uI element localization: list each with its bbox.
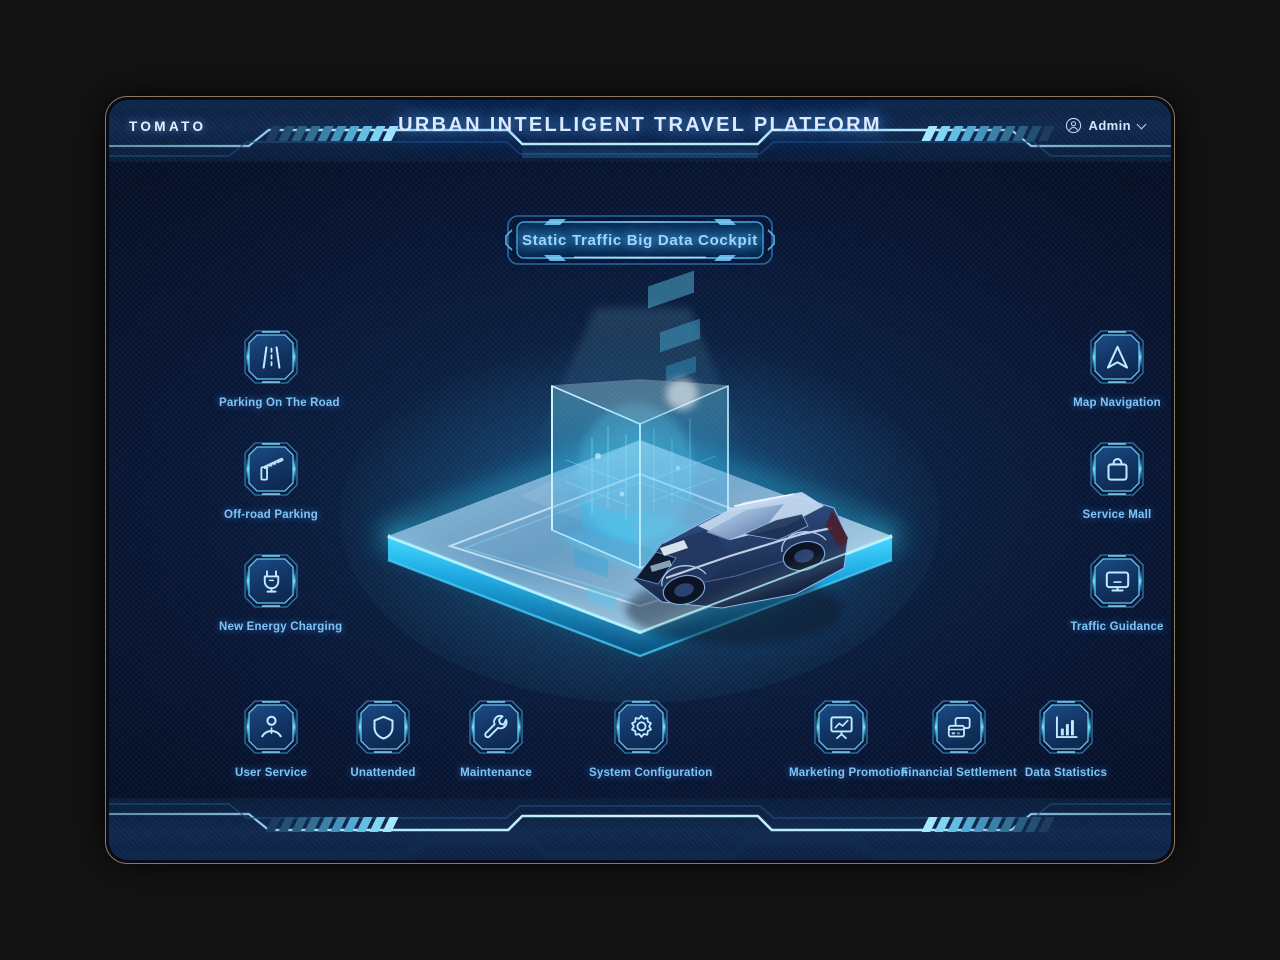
menu-item-label: User Service xyxy=(234,767,308,779)
menu-item-system-configuration[interactable]: System Configuration xyxy=(589,698,713,779)
icon-frame xyxy=(1037,698,1095,756)
menu-item-data-statistics[interactable]: Data Statistics xyxy=(1014,698,1118,779)
app-footer xyxy=(109,798,1171,860)
person-service-icon xyxy=(242,698,300,756)
menu-item-new-energy-charging[interactable]: New Energy Charging xyxy=(219,552,343,633)
icon-frame xyxy=(812,698,870,756)
icon-frame xyxy=(242,328,300,386)
credit-card-icon xyxy=(930,698,988,756)
user-name: Admin xyxy=(1088,118,1131,133)
icon-frame xyxy=(242,698,300,756)
icon-frame xyxy=(930,698,988,756)
monitor-screen-icon xyxy=(1088,552,1146,610)
menu-item-label: Service Mall xyxy=(1082,509,1152,521)
presentation-chart-icon xyxy=(812,698,870,756)
app-header: TOMATO URBAN INTELLIGENT TRAVEL PLATFORM… xyxy=(109,100,1171,162)
menu-item-label: Map Navigation xyxy=(1073,397,1161,409)
device-frame: TOMATO URBAN INTELLIGENT TRAVEL PLATFORM… xyxy=(105,96,1175,864)
menu-item-maintenance[interactable]: Maintenance xyxy=(444,698,548,779)
menu-item-marketing-promotion[interactable]: Marketing Promotion xyxy=(789,698,908,779)
cockpit-title: Static Traffic Big Data Cockpit xyxy=(522,231,758,249)
scene-graphic xyxy=(340,270,940,703)
menu-item-traffic-guidance[interactable]: Traffic Guidance xyxy=(1065,552,1169,633)
menu-item-label: Data Statistics xyxy=(1024,767,1108,779)
menu-item-unattended[interactable]: Unattended xyxy=(331,698,435,779)
footer-slashes-left xyxy=(265,817,399,832)
icon-frame xyxy=(612,698,670,756)
menu-item-label: Off-road Parking xyxy=(224,509,318,521)
road-lane-icon xyxy=(242,328,300,386)
header-slashes-right xyxy=(921,126,1055,141)
shield-icon xyxy=(354,698,412,756)
wrench-icon xyxy=(467,698,525,756)
icon-frame xyxy=(242,552,300,610)
cockpit-banner[interactable]: Static Traffic Big Data Cockpit xyxy=(504,212,776,268)
icon-frame xyxy=(1088,328,1146,386)
bar-chart-icon xyxy=(1037,698,1095,756)
navigation-arrow-icon xyxy=(1088,328,1146,386)
menu-item-label: Traffic Guidance xyxy=(1070,621,1164,633)
gear-icon xyxy=(612,698,670,756)
menu-item-label: Parking On The Road xyxy=(219,397,340,409)
hero-3d-visualization xyxy=(330,268,950,703)
menu-item-off-road-parking[interactable]: Off-road Parking xyxy=(219,440,323,521)
menu-item-map-navigation[interactable]: Map Navigation xyxy=(1065,328,1169,409)
menu-item-label: Unattended xyxy=(350,767,416,779)
barrier-gate-icon xyxy=(242,440,300,498)
user-menu[interactable]: Admin xyxy=(1065,117,1147,134)
menu-item-label: Financial Settlement xyxy=(901,767,1017,779)
menu-item-financial-settlement[interactable]: Financial Settlement xyxy=(884,698,1034,779)
icon-frame xyxy=(242,440,300,498)
footer-slashes-right xyxy=(921,817,1055,832)
menu-item-label: Marketing Promotion xyxy=(789,767,908,779)
menu-item-service-mall[interactable]: Service Mall xyxy=(1065,440,1169,521)
icon-frame xyxy=(467,698,525,756)
user-circle-icon xyxy=(1065,117,1081,134)
menu-item-label: New Energy Charging xyxy=(219,621,343,633)
menu-item-user-service[interactable]: User Service xyxy=(219,698,323,779)
screen: TOMATO URBAN INTELLIGENT TRAVEL PLATFORM… xyxy=(109,100,1171,860)
menu-item-label: Maintenance xyxy=(460,767,532,779)
power-plug-icon xyxy=(242,552,300,610)
icon-frame xyxy=(1088,552,1146,610)
menu-item-label: System Configuration xyxy=(589,767,713,779)
chevron-down-icon xyxy=(1138,121,1147,130)
menu-item-parking-on-the-road[interactable]: Parking On The Road xyxy=(219,328,340,409)
icon-frame xyxy=(1088,440,1146,498)
icon-frame xyxy=(354,698,412,756)
shopping-bag-icon xyxy=(1088,440,1146,498)
